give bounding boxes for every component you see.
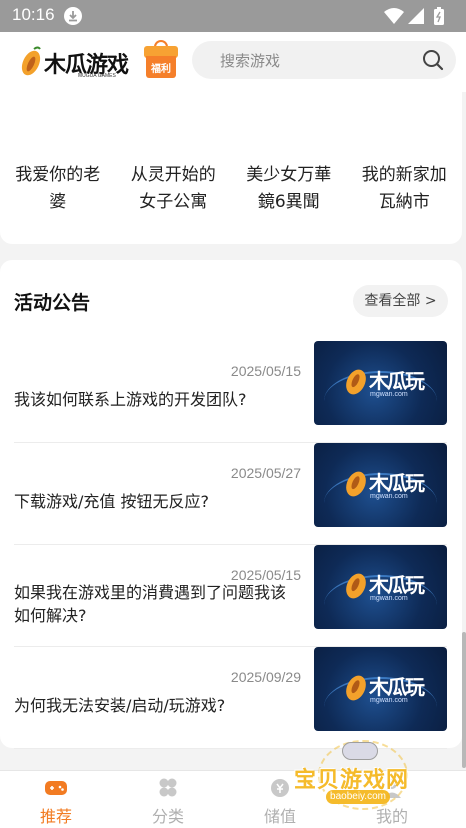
thumbnail-brand: 木瓜玩 (369, 675, 425, 699)
game-name: 女子公寓 (139, 192, 208, 212)
announcement-date: 2025/05/27 (230, 465, 301, 481)
category-grid-icon (159, 778, 177, 797)
thumbnail-site: mgwan.com (370, 595, 408, 602)
thumbnail-brand: 木瓜玩 (369, 471, 425, 495)
announcement-item[interactable]: 2025/05/15 我该如何联系上游戏的开发团队? 木瓜玩 mgwan.com (14, 341, 447, 443)
announcement-title: 为何我无法安装/启动/玩游戏? (14, 696, 226, 715)
signal-battery-icons (382, 6, 452, 30)
game-item[interactable]: 我的新家加 瓦納市 (347, 162, 463, 216)
game-list-panel: 我爱你的老 婆 从灵开始的 女子公寓 美少女万華 鏡6異聞 我的新家加 瓦納市 (0, 92, 462, 244)
gamepad-watermark-icon (342, 742, 378, 760)
view-all-button[interactable]: 查看全部 > (353, 285, 448, 317)
announcement-thumbnail: 木瓜玩 mgwan.com (314, 545, 447, 629)
search-bar[interactable]: 搜索游戏 (192, 41, 456, 79)
coin-icon (271, 779, 289, 797)
announcement-thumbnail: 木瓜玩 mgwan.com (314, 341, 447, 425)
game-item[interactable]: 美少女万華 鏡6異聞 (231, 162, 347, 216)
game-item[interactable]: 我爱你的老 婆 (0, 162, 116, 216)
thumbnail-site: mgwan.com (370, 697, 408, 704)
game-name: 我的新家加 (361, 165, 447, 185)
logo-subtext: MUGUA GAMES (78, 73, 116, 79)
game-item[interactable]: 从灵开始的 女子公寓 (116, 162, 232, 216)
thumbnail-brand: 木瓜玩 (369, 573, 425, 597)
status-bar: 10:16 (0, 0, 466, 32)
game-list: 我爱你的老 婆 从灵开始的 女子公寓 美少女万華 鏡6異聞 我的新家加 瓦納市 (0, 162, 462, 216)
tab-label: 推荐 (39, 807, 72, 826)
announcement-item[interactable]: 2025/05/15 如果我在游戏里的消費遇到了问题我该如何解决? 木瓜玩 mg… (14, 545, 447, 647)
thumbnail-site: mgwan.com (370, 391, 408, 398)
tab-recommend[interactable]: 推荐 (0, 771, 112, 828)
app-logo[interactable]: 木瓜游戏 MUGUA GAMES (20, 44, 132, 80)
thumbnail-brand: 木瓜玩 (369, 369, 425, 393)
app-header: 木瓜游戏 MUGUA GAMES 福利 搜索游戏 (0, 32, 466, 92)
announcement-title: 下载游戏/充值 按钮无反应? (14, 492, 209, 511)
wifi-icon (384, 8, 404, 24)
announcement-title: 如果我在游戏里的消費遇到了问题我该如何解决? (14, 583, 287, 625)
section-title: 活动公告 (14, 292, 91, 314)
cellular-icon (408, 8, 424, 24)
tab-label: 分类 (151, 807, 184, 826)
game-name: 瓦納市 (378, 192, 430, 212)
gift-label: 福利 (151, 64, 171, 75)
announcement-title: 我该如何联系上游戏的开发团队? (14, 390, 247, 409)
announcement-date: 2025/05/15 (230, 363, 301, 379)
announcement-item[interactable]: 2025/09/29 为何我无法安装/启动/玩游戏? 木瓜玩 mgwan.com (14, 647, 447, 749)
welfare-gift-button[interactable]: 福利 (142, 40, 180, 78)
game-name: 我爱你的老 (15, 165, 101, 185)
game-name: 鏡6異聞 (257, 192, 320, 212)
game-name: 从灵开始的 (130, 165, 216, 185)
announcements-panel: 活动公告 查看全部 > 2025/05/15 我该如何联系上游戏的开发团队? 木… (0, 260, 462, 749)
game-name: 美少女万華 (246, 165, 332, 185)
papaya-logo-icon (21, 46, 41, 76)
watermark: 宝贝游戏网 baobeiy.com (290, 740, 430, 812)
tab-category[interactable]: 分类 (112, 771, 224, 828)
download-icon (64, 7, 82, 25)
thumbnail-site: mgwan.com (370, 493, 408, 500)
status-time: 10:16 (12, 5, 55, 24)
search-icon[interactable] (422, 49, 444, 71)
game-name: 婆 (49, 192, 67, 212)
announcement-item[interactable]: 2025/05/27 下载游戏/充值 按钮无反应? 木瓜玩 mgwan.com (14, 443, 447, 545)
watermark-url: baobeiy.com (326, 790, 390, 804)
gamepad-icon (45, 781, 67, 795)
announcement-thumbnail: 木瓜玩 mgwan.com (314, 443, 447, 527)
scrollbar[interactable] (462, 632, 466, 768)
announcement-thumbnail: 木瓜玩 mgwan.com (314, 647, 447, 731)
announcement-date: 2025/09/29 (230, 669, 301, 685)
search-input[interactable]: 搜索游戏 (220, 50, 280, 71)
